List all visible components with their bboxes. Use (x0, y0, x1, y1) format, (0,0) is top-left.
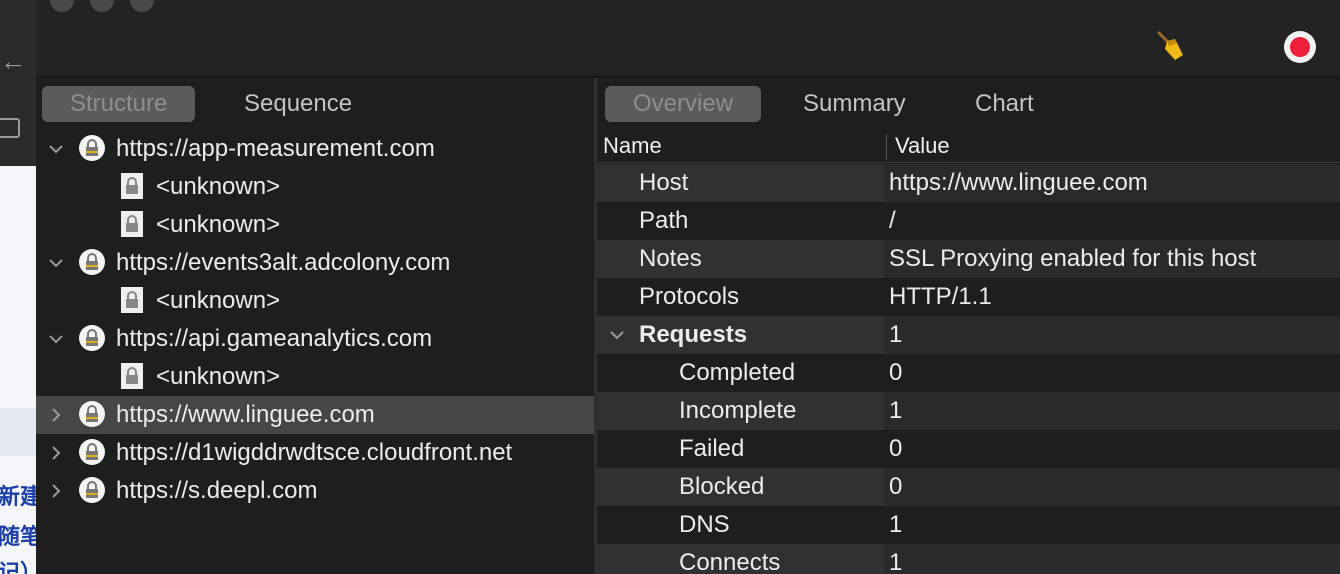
broom-icon[interactable] (1153, 29, 1187, 63)
row-name: Path (639, 207, 689, 234)
background-text-line: 新建 (0, 485, 36, 510)
row-name: Completed (679, 359, 796, 386)
tree-row-label: <unknown> (156, 211, 281, 238)
locked-document-icon (121, 287, 143, 313)
row-value: 0 (889, 359, 903, 386)
row-value: 0 (889, 435, 903, 462)
tree-row-label: https://www.linguee.com (116, 401, 375, 428)
tab-chart[interactable]: Chart (947, 86, 1062, 122)
header-divider (597, 162, 1340, 163)
tree-row-label: <unknown> (156, 287, 281, 314)
tree-row-request[interactable]: <unknown> (36, 168, 594, 206)
row-value: 1 (889, 549, 903, 574)
row-name: Incomplete (679, 397, 797, 424)
locked-document-icon (121, 211, 143, 237)
column-separator[interactable] (886, 134, 887, 160)
row-value: 1 (889, 321, 903, 348)
row-name: Blocked (679, 473, 765, 500)
background-text-line: 记） (0, 561, 36, 574)
row-name: Notes (639, 245, 702, 272)
chevron-right-icon[interactable] (46, 481, 66, 501)
column-header-name[interactable]: Name (603, 134, 662, 158)
back-arrow-icon[interactable]: ← (0, 48, 26, 74)
background-text-line: 随笔 (0, 525, 36, 550)
row-name: DNS (679, 511, 730, 538)
row-name: Requests (639, 321, 748, 348)
chevron-down-icon[interactable] (46, 329, 66, 349)
tab-sequence[interactable]: Sequence (216, 86, 380, 122)
overview-row[interactable]: Failed 0 (597, 430, 1340, 468)
structure-pane: Structure Sequence https://app-measureme… (36, 78, 594, 574)
row-value: / (889, 207, 896, 234)
lock-host-icon (79, 401, 105, 427)
overview-row[interactable]: Completed 0 (597, 354, 1340, 392)
chevron-right-icon[interactable] (46, 405, 66, 425)
chevron-down-icon[interactable] (607, 325, 627, 345)
tree-row-label: <unknown> (156, 173, 281, 200)
row-value: SSL Proxying enabled for this host (889, 245, 1257, 272)
row-name: Host (639, 169, 689, 196)
overview-pane: Overview Summary Chart Name Value Host h… (597, 78, 1340, 574)
charles-window: Structure Sequence https://app-measureme… (36, 0, 1340, 574)
tree-row-host[interactable]: https://events3alt.adcolony.com (36, 244, 594, 282)
record-icon[interactable] (1284, 31, 1316, 63)
chevron-down-icon[interactable] (46, 253, 66, 273)
tree-row-label: https://d1wigddrwdtsce.cloudfront.net (116, 439, 513, 466)
background-highlight-band (0, 408, 36, 456)
locked-document-icon (121, 363, 143, 389)
row-name: Connects (679, 549, 781, 574)
lock-host-icon (79, 477, 105, 503)
overview-row[interactable]: Incomplete 1 (597, 392, 1340, 430)
tree-row-label: <unknown> (156, 363, 281, 390)
lock-host-icon (79, 249, 105, 275)
background-content (0, 166, 36, 574)
row-value: 1 (889, 511, 903, 538)
tree-row-label: https://app-measurement.com (116, 135, 435, 162)
overview-row[interactable]: Host https://www.linguee.com (597, 164, 1340, 202)
tree-row-host[interactable]: https://api.gameanalytics.com (36, 320, 594, 358)
locked-document-icon (121, 173, 143, 199)
tab-summary[interactable]: Summary (775, 86, 934, 122)
row-value: 1 (889, 397, 903, 424)
tree-row-request[interactable]: <unknown> (36, 358, 594, 396)
zoom-window-button[interactable] (130, 0, 154, 12)
tree-row-request[interactable]: <unknown> (36, 282, 594, 320)
row-value: HTTP/1.1 (889, 283, 992, 310)
background-window: ← 新建 随笔 记） (0, 0, 36, 574)
close-window-button[interactable] (50, 0, 74, 12)
overview-row[interactable]: Blocked 0 (597, 468, 1340, 506)
row-name: Failed (679, 435, 745, 462)
chevron-right-icon[interactable] (46, 443, 66, 463)
tab-structure[interactable]: Structure (42, 86, 196, 122)
title-bar (36, 0, 1340, 77)
tree-row-label: https://s.deepl.com (116, 477, 318, 504)
row-name: Protocols (639, 283, 740, 310)
tree-row-host-selected[interactable]: https://www.linguee.com (36, 396, 594, 434)
tree-row-request[interactable]: <unknown> (36, 206, 594, 244)
row-value: https://www.linguee.com (889, 169, 1148, 196)
tree-row-label: https://api.gameanalytics.com (116, 325, 433, 352)
minimize-window-button[interactable] (90, 0, 114, 12)
tree-row-host[interactable]: https://app-measurement.com (36, 130, 594, 168)
lock-host-icon (79, 325, 105, 351)
overview-row[interactable]: Path / (597, 202, 1340, 240)
tree-row-label: https://events3alt.adcolony.com (116, 249, 451, 276)
overview-row[interactable]: DNS 1 (597, 506, 1340, 544)
lock-host-icon (79, 439, 105, 465)
column-header-value[interactable]: Value (895, 134, 950, 158)
overview-row[interactable]: Connects 1 (597, 544, 1340, 574)
tab-overview[interactable]: Overview (605, 86, 762, 122)
overview-row[interactable]: Notes SSL Proxying enabled for this host (597, 240, 1340, 278)
tree-row-host[interactable]: https://d1wigddrwdtsce.cloudfront.net (36, 434, 594, 472)
chevron-down-icon[interactable] (46, 139, 66, 159)
row-value: 0 (889, 473, 903, 500)
tree-row-host[interactable]: https://s.deepl.com (36, 472, 594, 510)
overview-row[interactable]: Protocols HTTP/1.1 (597, 278, 1340, 316)
window-icon[interactable] (0, 118, 20, 138)
lock-host-icon (79, 135, 105, 161)
overview-row-group[interactable]: Requests 1 (597, 316, 1340, 354)
